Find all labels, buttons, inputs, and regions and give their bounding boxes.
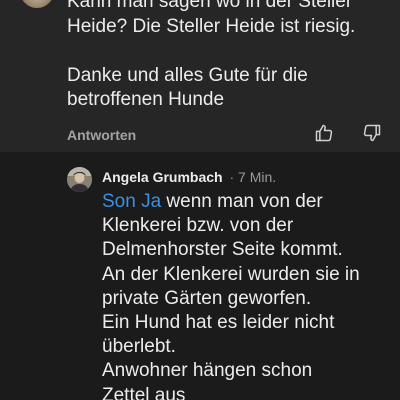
avatar[interactable] [20,0,54,8]
dislike-button[interactable] [360,124,384,146]
parent-comment-text: Kann man sagen wo in der Steller Heide? … [67,0,392,113]
comment-line: Anwohner hängen schon [102,360,313,382]
comment-paragraph: Danke und alles Gute für die betroffenen… [67,64,308,111]
comment-line: Klenkerei bzw. von der [102,215,294,237]
author-name[interactable]: Angela Grumbach [102,169,223,185]
reply-button[interactable]: Antworten [67,126,136,144]
comment-line-text: wenn man von der [161,191,323,212]
comment-line: An der Klenkerei wurden sie in [102,263,360,285]
reply-comment: Angela Grumbach · 7 Min. Son Ja wenn man… [0,152,400,400]
like-button[interactable] [312,124,336,146]
comment-line: private Gärten geworfen. [102,287,312,309]
reply-comment-text: Son Ja wenn man von der Klenkerei bzw. v… [102,190,392,400]
comment-line: Son Ja wenn man von der [102,190,392,214]
comment-line: Delmenhorster Seite kommt. [102,239,343,261]
avatar[interactable] [67,167,92,192]
thumbs-up-icon [314,123,334,148]
comment-line: Zettel aus [102,384,186,400]
comment-paragraph: Kann man sagen wo in der Steller Heide? … [67,0,356,37]
comment-line: Ein Hund hat es leider nicht [102,312,335,334]
thumbs-down-icon [362,123,382,148]
meta-separator: · [229,169,235,185]
user-mention[interactable]: Son Ja [102,191,161,212]
parent-comment: Kann man sagen wo in der Steller Heide? … [0,0,400,152]
comment-line: überlebt. [102,336,176,358]
reply-header: Angela Grumbach · 7 Min. [102,168,276,186]
comments-screen: Kann man sagen wo in der Steller Heide? … [0,0,400,400]
timestamp: 7 Min. [238,169,277,185]
